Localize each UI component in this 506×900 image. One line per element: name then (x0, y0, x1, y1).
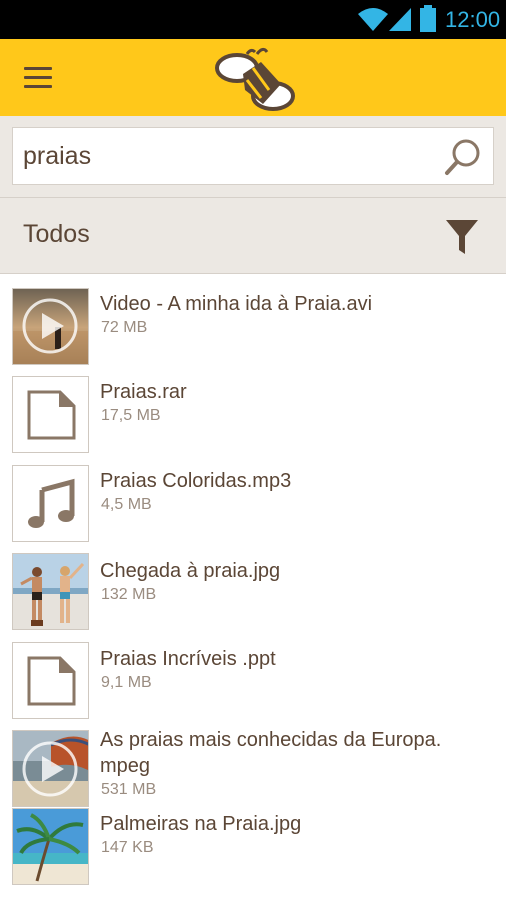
list-item[interactable]: Video - A minha ida à Praia.avi 72 MB (0, 278, 506, 367)
bee-logo (215, 47, 295, 111)
file-size: 132 MB (101, 586, 157, 603)
video-boat (13, 731, 88, 806)
file-thumbnail (12, 376, 89, 453)
wifi-icon (358, 8, 388, 31)
file-size: 531 MB (101, 781, 157, 798)
file-name: Praias Incríveis .ppt (100, 648, 276, 670)
app-bar (0, 39, 506, 116)
video-thumbnail (12, 288, 89, 365)
photo-thumbnail (12, 553, 89, 630)
filter-button[interactable] (444, 218, 480, 256)
file-name-line-1: As praias mais conhecidas da Europa. (100, 729, 442, 751)
search-icon (445, 139, 480, 175)
list-item[interactable]: Palmeiras na Praia.jpg 147 KB (0, 808, 506, 900)
filter-label[interactable]: Todos (23, 220, 90, 249)
file-name-line-2: mpeg (100, 755, 151, 777)
photo-palm-beach (13, 809, 88, 884)
search-box (12, 127, 494, 185)
battery-icon (420, 5, 436, 32)
search-button[interactable] (443, 137, 483, 177)
filter-icon (446, 220, 478, 254)
list-item[interactable]: Praias Incríveis .ppt 9,1 MB (0, 634, 506, 723)
search-area (0, 116, 506, 197)
file-size: 72 MB (101, 319, 148, 336)
document-icon (27, 390, 76, 440)
photo-thumbnail (12, 808, 89, 885)
list-item[interactable]: Praias.rar 17,5 MB (0, 367, 506, 456)
file-name: As praias mais conhecidas da Europa. mpe… (100, 727, 490, 779)
file-name: Video - A minha ida à Praia.avi (100, 293, 373, 315)
file-name: Palmeiras na Praia.jpg (100, 813, 302, 835)
list-item[interactable]: Praias Coloridas.mp3 4,5 MB (0, 456, 506, 545)
list-item[interactable]: As praias mais conhecidas da Europa. mpe… (0, 723, 506, 812)
file-name: Chegada à praia.jpg (100, 560, 281, 582)
file-size: 147 KB (101, 839, 154, 856)
file-size: 9,1 MB (101, 674, 152, 691)
file-name: Praias Coloridas.mp3 (100, 470, 292, 492)
file-size: 17,5 MB (101, 407, 161, 424)
signal-icon (389, 8, 411, 31)
file-list: Video - A minha ida à Praia.avi 72 MB Pr… (0, 278, 506, 900)
menu-button[interactable] (20, 64, 56, 92)
status-clock: 12:00 (445, 7, 501, 32)
menu-icon (24, 67, 52, 70)
filter-bar: Todos (0, 197, 506, 274)
search-input[interactable] (23, 136, 433, 176)
menu-icon (24, 85, 52, 88)
list-item[interactable]: Chegada à praia.jpg 132 MB (0, 545, 506, 634)
music-note-icon (28, 478, 75, 528)
file-size: 4,5 MB (101, 496, 152, 513)
menu-icon (24, 76, 52, 79)
file-thumbnail (12, 642, 89, 719)
photo-beach-people (13, 554, 88, 629)
file-thumbnail (12, 465, 89, 542)
document-icon (27, 656, 76, 706)
status-bar: 12:00 (0, 0, 506, 39)
video-thumbnail (12, 730, 89, 807)
video-thumbnail (13, 289, 88, 364)
file-name: Praias.rar (100, 381, 187, 403)
